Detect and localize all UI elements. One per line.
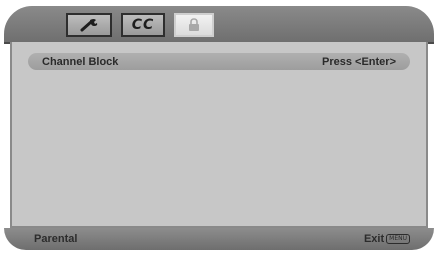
lock-icon: [189, 18, 199, 31]
wrench-icon: [80, 19, 98, 32]
tab-cc[interactable]: CC: [121, 13, 165, 37]
tab-lock[interactable]: [174, 13, 214, 37]
exit-label: Exit: [363, 233, 385, 245]
tab-setup[interactable]: [66, 13, 112, 37]
page-title: Parental: [34, 233, 78, 245]
exit-hint[interactable]: Exit MENU: [364, 233, 410, 245]
menu-item-label: Channel Block: [42, 55, 119, 68]
menu-item-value: Press <Enter>: [322, 55, 396, 68]
osd-frame: CC Channel Block Press <Enter> Parental …: [0, 0, 438, 253]
menu-tab-bar: CC: [4, 6, 434, 44]
status-bar: Parental Exit MENU: [4, 228, 434, 250]
menu-item-channel-block[interactable]: Channel Block Press <Enter>: [28, 53, 410, 70]
tab-cc-label: CC: [131, 17, 155, 33]
menu-key-icon: MENU: [386, 234, 410, 244]
menu-panel: Channel Block Press <Enter>: [10, 42, 428, 228]
